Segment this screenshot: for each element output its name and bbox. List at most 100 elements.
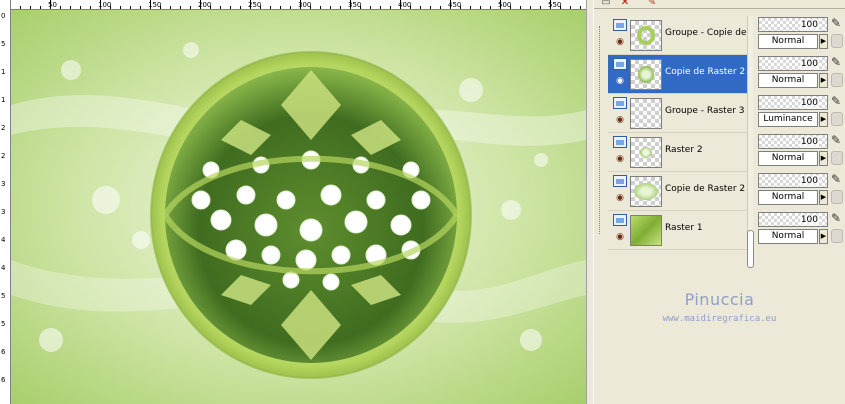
chevron-right-icon[interactable]: ▶ — [819, 34, 828, 49]
layer-props-row: 100 ✎ Normal ▶ — [757, 133, 845, 172]
visibility-eye-icon[interactable]: ◉ — [613, 194, 627, 203]
layer-thumbnail — [630, 20, 662, 51]
visibility-eye-icon[interactable]: ◉ — [613, 77, 627, 86]
ruler-label: 3 — [1, 208, 6, 216]
layer-row[interactable]: ◉ Copie de Raster 2 — [608, 172, 748, 211]
layer-thumbnail — [630, 176, 662, 207]
watermark-url: www.maidiregrafica.eu — [662, 314, 777, 324]
layer-name: Raster 2 — [665, 145, 703, 155]
layer-row-selected[interactable]: ◉ Copie de Raster 2 — [608, 55, 748, 94]
layer-name: Groupe - Raster 3 — [665, 106, 745, 116]
visibility-eye-icon[interactable]: ◉ — [613, 233, 627, 242]
vertical-ruler[interactable]: 0 5 1 1 2 2 3 3 4 4 5 5 6 6 — [0, 0, 11, 404]
raster-layer-icon — [613, 58, 627, 70]
ruler-label: 6 — [1, 376, 6, 384]
brush-icon[interactable]: ✎ — [831, 16, 843, 30]
opacity-slider[interactable]: 100 — [758, 56, 828, 71]
ruler-label: 5 — [1, 292, 6, 300]
ruler-label: 1 — [1, 68, 6, 76]
raster-layer-icon — [613, 214, 627, 226]
layer-name: Groupe - Copie de l — [665, 28, 749, 38]
layer-row[interactable]: ◉ Groupe - Copie de l — [608, 16, 749, 55]
brush-icon[interactable]: ✎ — [646, 0, 658, 8]
brush-icon[interactable]: ✎ — [831, 133, 843, 147]
opacity-slider[interactable]: 100 — [758, 95, 828, 110]
ruler-label: 1 — [1, 96, 6, 104]
chevron-right-icon[interactable]: ▶ — [819, 151, 828, 166]
blend-mode-select[interactable]: Luminance — [758, 112, 818, 127]
ruler-label: 3 — [1, 180, 6, 188]
opacity-slider[interactable]: 100 — [758, 17, 828, 32]
panel-splitter[interactable] — [586, 0, 594, 404]
lock-icon[interactable] — [831, 34, 843, 48]
layer-name: Copie de Raster 2 — [665, 184, 746, 194]
opacity-slider[interactable]: 100 — [758, 134, 828, 149]
layer-props-row: 100 ✎ Luminance ▶ — [757, 94, 845, 133]
layer-row[interactable]: ◉ Raster 2 — [608, 133, 748, 172]
layer-props-row: 100 ✎ Normal ▶ — [757, 172, 845, 211]
layers-palette: ▭ ✕ ✎ ◉ Groupe - Copie de l ◉ Copie de R… — [594, 0, 845, 404]
ruler-label: 4 — [1, 236, 6, 244]
ruler-label: 4 — [1, 264, 6, 272]
lock-icon[interactable] — [831, 151, 843, 165]
layer-name: Raster 1 — [665, 223, 703, 233]
ruler-label: 0 — [1, 12, 6, 20]
raster-layer-icon — [613, 136, 627, 148]
visibility-eye-icon[interactable]: ◉ — [613, 155, 627, 164]
lock-icon[interactable] — [831, 229, 843, 243]
brush-icon[interactable]: ✎ — [831, 211, 843, 225]
layer-list-scrollbar[interactable] — [747, 16, 754, 268]
raster-layer-icon — [613, 175, 627, 187]
layer-thumbnail — [630, 98, 662, 129]
layer-props-row: 100 ✎ Normal ▶ — [757, 211, 845, 250]
opacity-slider[interactable]: 100 — [758, 212, 828, 227]
layers-toolbar: ▭ ✕ ✎ — [594, 0, 845, 9]
scrollbar-thumb[interactable] — [747, 230, 754, 268]
lock-icon[interactable] — [831, 190, 843, 204]
opacity-value: 100 — [799, 19, 819, 31]
chevron-right-icon[interactable]: ▶ — [819, 73, 828, 88]
opacity-value: 100 — [799, 175, 819, 187]
horizontal-ruler[interactable]: 0 50 100 150 200 250 300 350 400 450 500… — [0, 0, 586, 10]
delete-layer-icon[interactable]: ✕ — [619, 0, 631, 8]
ruler-label: 2 — [1, 124, 6, 132]
chevron-right-icon[interactable]: ▶ — [819, 112, 828, 127]
layer-props-row: 100 ✎ Normal ▶ — [757, 55, 845, 94]
watermark-title: Pinuccia — [684, 290, 755, 309]
layer-name: Copie de Raster 2 — [665, 67, 746, 77]
brush-icon[interactable]: ✎ — [831, 94, 843, 108]
lock-icon[interactable] — [831, 112, 843, 126]
blend-mode-select[interactable]: Normal — [758, 190, 818, 205]
ruler-label: 6 — [1, 348, 6, 356]
layer-list[interactable]: ◉ Groupe - Copie de l ◉ Copie de Raster … — [608, 16, 749, 250]
ruler-label: 2 — [1, 152, 6, 160]
chevron-right-icon[interactable]: ▶ — [819, 190, 828, 205]
opacity-value: 100 — [799, 58, 819, 70]
brush-icon[interactable]: ✎ — [831, 55, 843, 69]
visibility-eye-icon[interactable]: ◉ — [613, 38, 627, 47]
layer-props-row: 100 ✎ Normal ▶ — [757, 16, 845, 55]
layer-row[interactable]: ◉ Groupe - Raster 3 — [608, 94, 748, 133]
lock-icon[interactable] — [831, 73, 843, 87]
blend-mode-select[interactable]: Normal — [758, 73, 818, 88]
ruler-label: 5 — [1, 40, 6, 48]
chevron-right-icon[interactable]: ▶ — [819, 229, 828, 244]
group-layer-icon — [613, 97, 627, 109]
image-canvas[interactable] — [11, 10, 586, 404]
blend-mode-select[interactable]: Normal — [758, 34, 818, 49]
opacity-value: 100 — [799, 214, 819, 226]
brush-icon[interactable]: ✎ — [831, 172, 843, 186]
group-layer-icon — [613, 19, 627, 31]
layer-tree-line — [599, 26, 600, 234]
visibility-eye-icon[interactable]: ◉ — [613, 116, 627, 125]
layer-thumbnail — [630, 137, 662, 168]
blend-mode-select[interactable]: Normal — [758, 151, 818, 166]
opacity-slider[interactable]: 100 — [758, 173, 828, 188]
layer-row[interactable]: ◉ Raster 1 — [608, 211, 748, 250]
blend-mode-select[interactable]: Normal — [758, 229, 818, 244]
layer-thumbnail — [630, 215, 662, 246]
ruler-ticks — [0, 0, 581, 9]
new-layer-icon[interactable]: ▭ — [600, 0, 612, 8]
artwork — [11, 10, 586, 404]
layer-properties: 100 ✎ Normal ▶ 100 ✎ Normal ▶ 100 ✎ Lumi… — [757, 16, 845, 244]
